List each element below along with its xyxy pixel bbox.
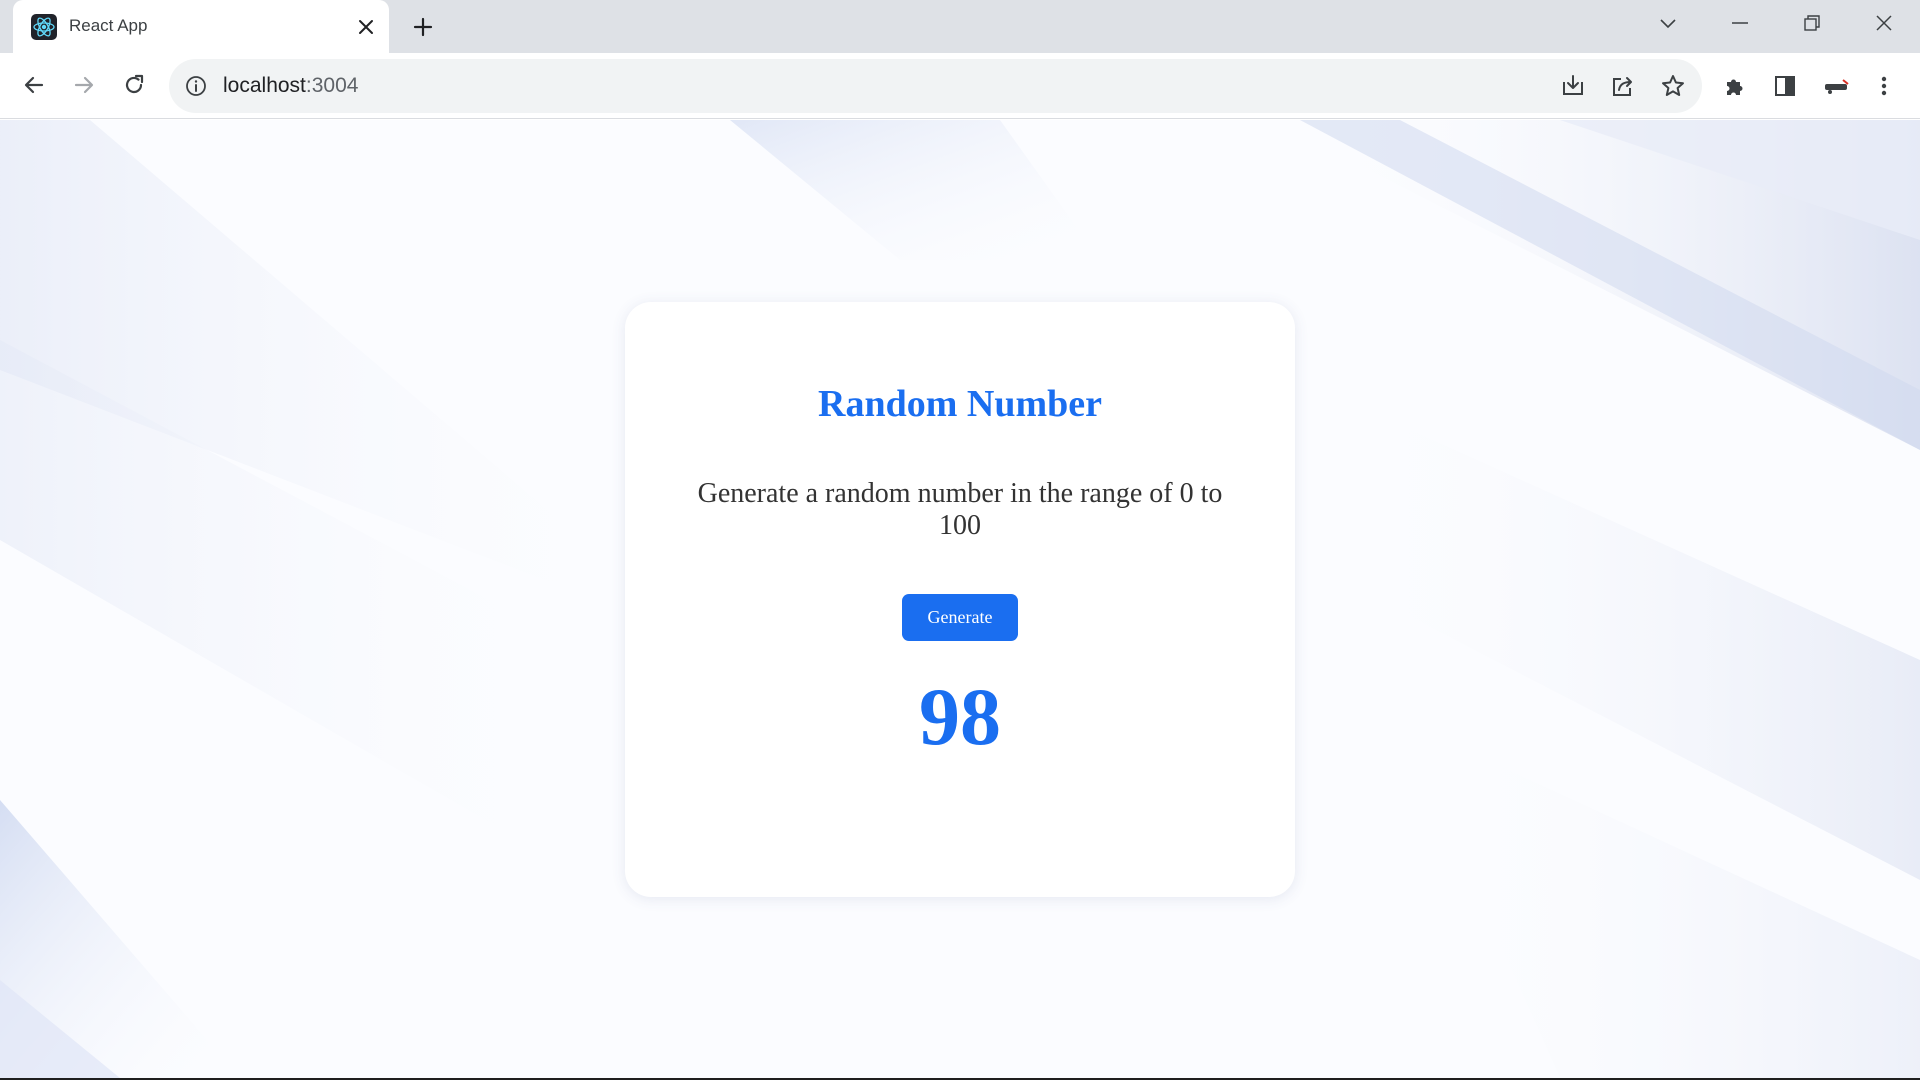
minimize-icon[interactable]	[1720, 8, 1760, 38]
card-title: Random Number	[818, 383, 1102, 425]
react-logo-icon	[31, 14, 57, 40]
profile-avatar-icon[interactable]	[1819, 68, 1855, 104]
random-number-result: 98	[919, 671, 1001, 762]
url-text[interactable]: localhost:3004	[223, 74, 358, 98]
kebab-menu-icon[interactable]	[1866, 68, 1902, 104]
side-panel-icon[interactable]	[1767, 68, 1803, 104]
reload-icon[interactable]	[114, 65, 154, 105]
card-description: Generate a random number in the range of…	[697, 478, 1223, 541]
share-icon[interactable]	[1606, 69, 1640, 103]
arrow-right-icon[interactable]	[64, 65, 104, 105]
close-window-icon[interactable]	[1864, 8, 1904, 38]
url-host: localhost	[223, 74, 306, 97]
page-viewport: Random Number Generate a random number i…	[0, 120, 1920, 1078]
browser-tab[interactable]: React App	[13, 0, 389, 53]
restore-icon[interactable]	[1792, 8, 1832, 38]
info-icon[interactable]	[183, 73, 209, 99]
star-icon[interactable]	[1656, 69, 1690, 103]
random-number-card: Random Number Generate a random number i…	[625, 302, 1295, 897]
address-bar[interactable]: localhost:3004	[169, 59, 1702, 113]
arrow-left-icon[interactable]	[14, 65, 54, 105]
generate-button[interactable]: Generate	[902, 594, 1018, 641]
new-tab-icon[interactable]	[408, 12, 438, 42]
tab-search-chevron-icon[interactable]	[1648, 8, 1688, 38]
install-app-icon[interactable]	[1556, 69, 1590, 103]
browser-toolbar: localhost:3004	[0, 53, 1920, 119]
url-port: :3004	[305, 74, 359, 97]
tab-title: React App	[69, 16, 148, 35]
browser-titlebar: React App	[0, 0, 1920, 53]
close-tab-icon[interactable]	[353, 14, 379, 40]
puzzle-icon[interactable]	[1717, 68, 1753, 104]
